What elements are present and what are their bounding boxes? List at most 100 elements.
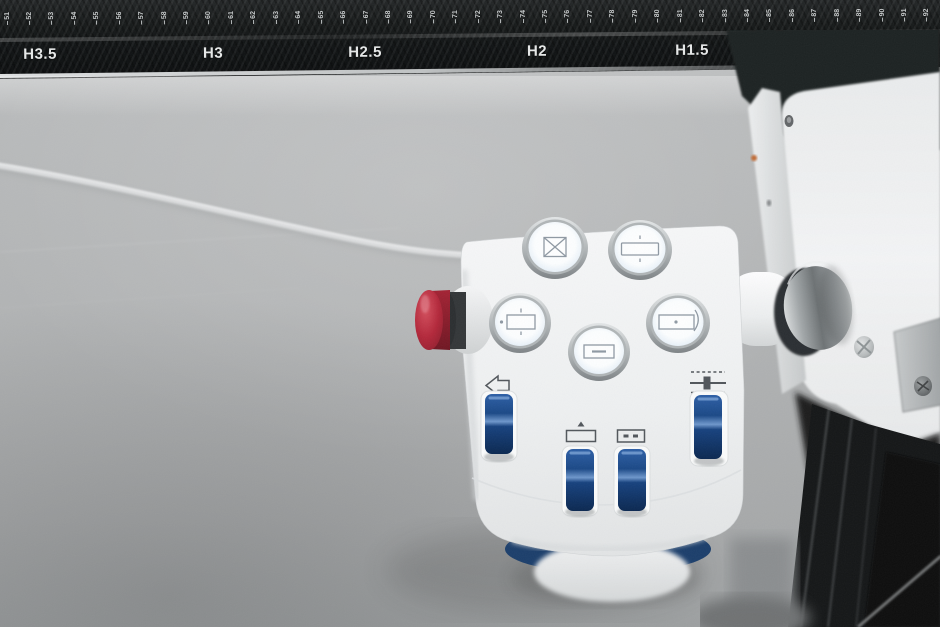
ruler-tick-mark [119, 20, 120, 24]
ruler-section-label: H2.5 [348, 44, 382, 61]
button-field-rotate [646, 293, 710, 353]
ruler-tick-number: 90 [879, 9, 886, 17]
stop-cap-face [415, 290, 443, 350]
ruler-tick: 77 [585, 10, 595, 23]
ruler-tick: 81 [675, 9, 685, 22]
ruler-tick-mark [702, 18, 703, 22]
ruler-tick: 79 [630, 10, 640, 23]
ruler-tick-number: 59 [183, 11, 190, 19]
ruler-tick: 87 [810, 9, 820, 22]
ruler-tick-mark [926, 17, 927, 21]
ruler-tick-mark [590, 19, 591, 23]
ruler-tick: 53 [47, 12, 57, 25]
ruler-tick-number: 52 [26, 12, 33, 20]
ruler-tick-mark [321, 20, 322, 24]
ruler-tick: 83 [720, 9, 730, 22]
photo-medical-control-panel: 51 52 53 54 55 [0, 0, 940, 627]
control-pendant [395, 200, 765, 627]
ruler-tick: 65 [316, 11, 326, 24]
ruler-tick-mark [680, 18, 681, 22]
ruler-tick-number: 73 [497, 10, 504, 18]
ruler-tick-mark [51, 21, 52, 25]
ruler-tick-mark [186, 20, 187, 24]
ruler-tick-number: 61 [228, 11, 235, 19]
ruler-tick-number: 76 [564, 10, 571, 18]
ruler-tick: 56 [114, 12, 124, 25]
ruler-tick-number: 89 [856, 9, 863, 17]
ruler-tick-number: 67 [362, 11, 369, 19]
ruler-tick: 74 [518, 10, 528, 23]
ruler-tick-mark [657, 18, 658, 22]
ruler-tick-mark [164, 20, 165, 24]
ruler-tick: 62 [249, 11, 259, 24]
ruler-tick-mark [298, 20, 299, 24]
ruler-tick-mark [366, 19, 367, 23]
ruler-tick-mark [433, 19, 434, 23]
emergency-stop-button [415, 286, 493, 354]
ruler-tick-number: 55 [93, 12, 100, 20]
ruler-tick-number: 57 [138, 11, 145, 19]
ruler-tick-mark [29, 21, 30, 25]
ruler-tick-mark [455, 19, 456, 23]
ruler-tick-mark [612, 18, 613, 22]
ruler-tick: 52 [24, 12, 34, 25]
ruler-tick-number: 87 [811, 9, 818, 17]
ruler-tick: 66 [339, 11, 349, 24]
ruler-tick: 86 [787, 9, 797, 22]
ruler-tick: 54 [69, 12, 79, 25]
ruler-tick: 71 [451, 10, 461, 23]
ruler-tick: 63 [271, 11, 281, 24]
ruler-tick: 69 [406, 10, 416, 23]
ruler-tick: 82 [698, 9, 708, 22]
ruler-tick: 78 [608, 10, 618, 23]
ruler-tick-mark [545, 19, 546, 23]
ruler-tick: 84 [742, 9, 752, 22]
ruler-tick-number: 62 [250, 11, 257, 19]
ruler-tick-number: 78 [609, 10, 616, 18]
ruler-tick-mark [276, 20, 277, 24]
ruler-tick-mark [141, 20, 142, 24]
ruler-tick-number: 77 [587, 10, 594, 18]
ruler-tick: 85 [765, 9, 775, 22]
ruler-tick-number: 91 [901, 9, 908, 17]
rocker-switch-right [690, 391, 728, 466]
ruler-tick: 67 [361, 11, 371, 24]
ruler-tick: 72 [473, 10, 483, 23]
ruler-section-label: H3.5 [23, 46, 57, 63]
ruler-tick: 91 [899, 9, 909, 22]
ruler-tick: 51 [2, 12, 12, 25]
ruler-tick: 76 [563, 10, 573, 23]
ruler-tick-number: 66 [340, 11, 347, 19]
ruler-tick: 89 [855, 9, 865, 22]
ruler-tick-number: 74 [520, 10, 527, 18]
ruler-tick-mark [7, 21, 8, 25]
ruler-tick: 80 [653, 9, 663, 22]
ruler-ticks: 51 52 53 54 55 [2, 8, 932, 24]
ruler-tick-mark [388, 19, 389, 23]
ruler-tick-number: 58 [161, 11, 168, 19]
ruler-tick-number: 75 [542, 10, 549, 18]
ruler-tick-mark [725, 18, 726, 22]
bracket-hole-inner [787, 117, 791, 123]
ruler-section-label: H3 [203, 45, 223, 62]
ruler-tick-number: 64 [295, 11, 302, 19]
ruler-tick-number: 86 [789, 9, 796, 17]
ruler-tick-number: 53 [48, 12, 55, 20]
ruler-tick-number: 70 [430, 10, 437, 18]
ruler-tick: 73 [496, 10, 506, 23]
ruler-tick-number: 83 [721, 9, 728, 17]
button-narrow-field [568, 323, 630, 381]
ruler-tick: 61 [226, 11, 236, 24]
ruler-tick-mark [523, 19, 524, 23]
ruler-tick-mark [882, 17, 883, 21]
button-wide-field [608, 220, 672, 280]
ruler-tick-mark [74, 21, 75, 25]
ruler-tick-mark [769, 18, 770, 22]
ruler-tick-number: 56 [116, 12, 123, 20]
ruler-tick: 70 [428, 10, 438, 23]
ruler-tick-number: 85 [766, 9, 773, 17]
ruler-tick: 68 [383, 10, 393, 23]
ruler-tick-mark [500, 19, 501, 23]
rocker-switch-center-right [614, 446, 650, 517]
ruler-tick-number: 92 [923, 8, 930, 16]
